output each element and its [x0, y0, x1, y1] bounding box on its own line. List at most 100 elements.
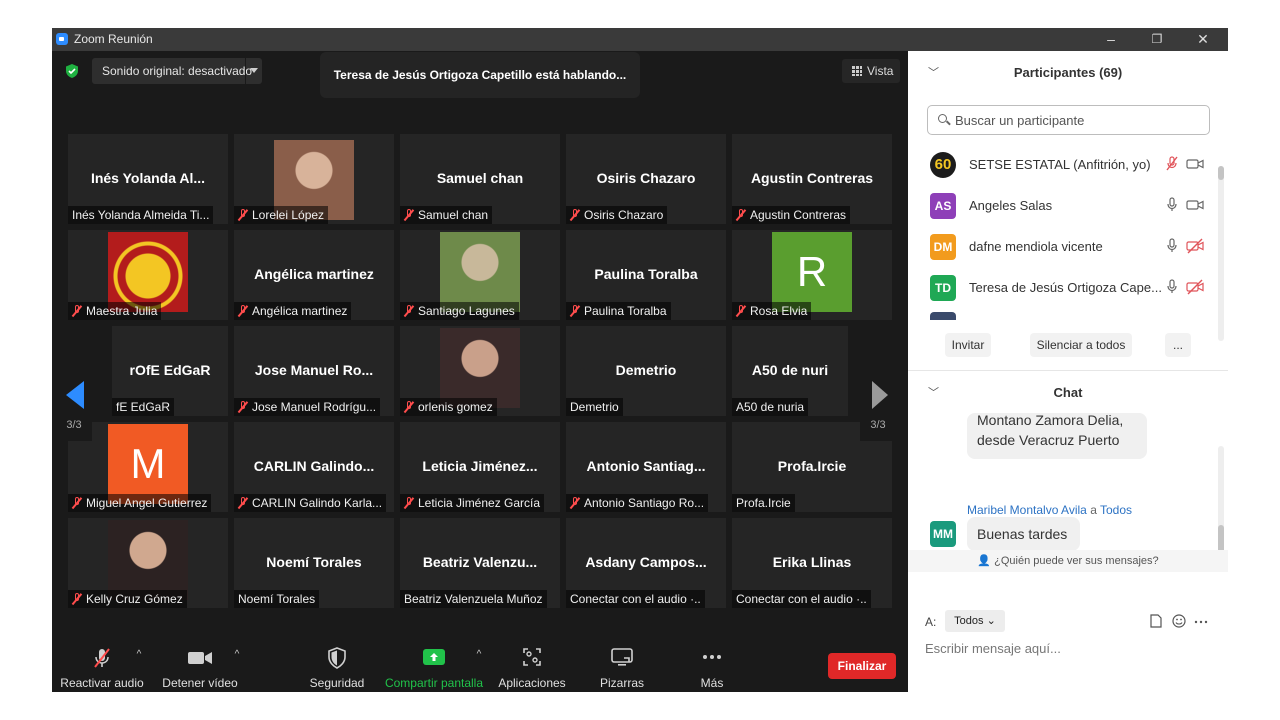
video-camera-icon[interactable] [1186, 156, 1204, 177]
participant-name-text: Osiris Chazaro [584, 208, 664, 222]
more-button[interactable]: Más [682, 636, 742, 692]
participant-list: 60 SETSE ESTATAL (Anfitrión, yo) AS Angeles… [908, 144, 1218, 320]
next-page-button[interactable]: 3/3 [860, 351, 896, 441]
video-camera-icon [188, 652, 212, 664]
participant-name-label: orlenis gomez [400, 398, 497, 416]
participant-row[interactable]: TD Teresa de Jesús Ortigoza Cape... [908, 267, 1218, 308]
view-button[interactable]: Vista [842, 59, 900, 83]
participant-name-label: Maestra Julia [68, 302, 162, 320]
whiteboards-button[interactable]: Pizarras [586, 636, 658, 692]
microphone-icon[interactable] [1165, 197, 1179, 218]
participant-search-input[interactable]: Buscar un participante [927, 105, 1210, 135]
participant-display-name: Angélica martinez [254, 266, 374, 282]
participant-tile[interactable]: Agustin Contreras Agustin Contreras [732, 134, 892, 224]
mute-all-button[interactable]: Silenciar a todos [1030, 333, 1132, 357]
participant-tile[interactable]: Asdany Campos... Conectar con el audio ·.… [566, 518, 726, 608]
participant-photo [440, 328, 520, 408]
microphone-icon[interactable] [1165, 279, 1179, 300]
participant-display-name: Profa.Ircie [777, 458, 847, 474]
chat-recipient-select[interactable]: Todos ⌄ [945, 610, 1005, 632]
chevron-down-icon[interactable]: ﹀ [928, 373, 939, 413]
participant-row[interactable]: DM dafne mendiola vicente [908, 226, 1218, 267]
participant-tile[interactable]: Osiris Chazaro Osiris Chazaro [566, 134, 726, 224]
apps-button[interactable]: Aplicaciones [492, 636, 572, 692]
minimize-button[interactable]: – [1088, 28, 1134, 51]
participant-photo [440, 232, 520, 312]
security-button[interactable]: Seguridad [302, 636, 372, 692]
participant-tile[interactable]: Samuel chan Samuel chan [400, 134, 560, 224]
original-sound-button[interactable]: Sonido original: desactivado [92, 58, 262, 84]
who-can-see-messages[interactable]: 👤 ¿Quién puede ver sus mensajes? [908, 550, 1228, 572]
video-options-caret[interactable]: ^ [232, 650, 242, 660]
share-screen-button[interactable]: Compartir pantalla [382, 636, 486, 692]
participant-tile[interactable]: Jose Manuel Ro... Jose Manuel Rodrígu... [234, 326, 394, 416]
participant-tile[interactable]: R Rosa Elvia [732, 230, 892, 320]
chat-message-line: Montano Zamora Delia, [977, 413, 1124, 428]
stop-video-button[interactable]: Detener vídeo [156, 636, 244, 692]
participant-tile[interactable]: Demetrio Demetrio [566, 326, 726, 416]
shield-check-icon[interactable] [64, 63, 80, 79]
active-speaker-banner: Teresa de Jesús Ortigoza Capetillo está … [320, 52, 640, 98]
participant-tile[interactable]: Paulina Toralba Paulina Toralba [566, 230, 726, 320]
microphone-icon[interactable] [1165, 238, 1179, 259]
microphone-muted-icon [570, 497, 580, 509]
participant-scrollbar[interactable] [1218, 166, 1224, 180]
chat-sender-name[interactable]: Maribel Montalvo Avila [967, 503, 1087, 517]
participant-tile[interactable]: Inés Yolanda Al... Inés Yolanda Almeida T… [68, 134, 228, 224]
participant-tile[interactable]: Lorelei López [234, 134, 394, 224]
participant-tile[interactable]: Maestra Julia [68, 230, 228, 320]
close-button[interactable]: ✕ [1180, 28, 1226, 51]
restore-button[interactable]: ❐ [1134, 28, 1180, 51]
participant-tile[interactable]: orlenis gomez [400, 326, 560, 416]
section-divider [908, 370, 1228, 371]
video-camera-icon[interactable] [1186, 197, 1204, 218]
share-options-caret[interactable]: ^ [474, 650, 484, 660]
unmute-button[interactable]: Reactivar audio [58, 636, 146, 692]
chevron-down-icon[interactable]: ﹀ [928, 53, 939, 93]
participant-name-label: Inés Yolanda Almeida Ti... [68, 206, 214, 224]
participant-display-name: Samuel chan [436, 170, 524, 186]
chevron-down-icon[interactable] [250, 68, 258, 73]
participant-tile[interactable]: Kelly Cruz Gómez [68, 518, 228, 608]
participant-tile[interactable]: Beatriz Valenzu... Beatriz Valenzuela Muñ… [400, 518, 560, 608]
participant-tile[interactable]: Angélica martinez Angélica martinez [234, 230, 394, 320]
invite-button[interactable]: Invitar [945, 333, 991, 357]
participant-tile[interactable]: A50 de nuri A50 de nuria [732, 326, 848, 416]
participant-name-text: Leticia Jiménez García [418, 496, 541, 510]
participant-tile[interactable]: Erika Llinas Conectar con el audio ·.. [732, 518, 892, 608]
end-meeting-button[interactable]: Finalizar [828, 653, 896, 679]
microphone-muted-icon [404, 401, 414, 413]
video-off-icon[interactable] [1186, 238, 1204, 259]
participant-display-name: Agustin Contreras [750, 170, 874, 186]
participant-name-label: Paulina Toralba [566, 302, 671, 320]
participant-tile[interactable]: Noemí Torales Noemí Torales [234, 518, 394, 608]
participant-tile[interactable]: Leticia Jiménez... Leticia Jiménez García [400, 422, 560, 512]
participant-tile[interactable]: Santiago Lagunes [400, 230, 560, 320]
whiteboards-label: Pizarras [599, 676, 644, 690]
participant-tile[interactable]: M Miguel Angel Gutierrez [68, 422, 228, 512]
participant-tile[interactable]: Antonio Santiag... Antonio Santiago Ro... [566, 422, 726, 512]
participant-name-label: Leticia Jiménez García [400, 494, 545, 512]
participant-tile[interactable]: rOfE EdGaR fE EdGaR [112, 326, 228, 416]
file-icon[interactable] [1150, 614, 1162, 628]
participant-tile[interactable]: CARLIN Galindo... CARLIN Galindo Karla... [234, 422, 394, 512]
search-placeholder: Buscar un participante [955, 113, 1085, 128]
chat-message-input[interactable]: Escribir mensaje aquí... [925, 641, 1215, 661]
participant-name-text: Inés Yolanda Almeida Ti... [72, 208, 210, 222]
participant-name-label: Conectar con el audio ·.. [566, 590, 705, 608]
participant-name-text: orlenis gomez [418, 400, 493, 414]
participant-row[interactable]: AS Angeles Salas [908, 185, 1218, 226]
more-dots-icon[interactable] [1194, 620, 1208, 624]
video-off-icon[interactable] [1186, 279, 1204, 300]
microphone-muted-icon [404, 305, 414, 317]
microphone-muted-icon[interactable] [1165, 156, 1179, 177]
prev-page-button[interactable]: 3/3 [56, 351, 92, 441]
grid-view-icon [852, 66, 862, 76]
emoji-icon[interactable] [1172, 614, 1186, 628]
participant-name-label: Samuel chan [400, 206, 493, 224]
participant-row[interactable]: 60 SETSE ESTATAL (Anfitrión, yo) [908, 144, 1218, 185]
participant-name-label: Demetrio [566, 398, 623, 416]
audio-options-caret[interactable]: ^ [134, 650, 144, 660]
participant-name-text: A50 de nuria [736, 400, 805, 414]
participants-more-button[interactable]: ... [1165, 333, 1191, 357]
